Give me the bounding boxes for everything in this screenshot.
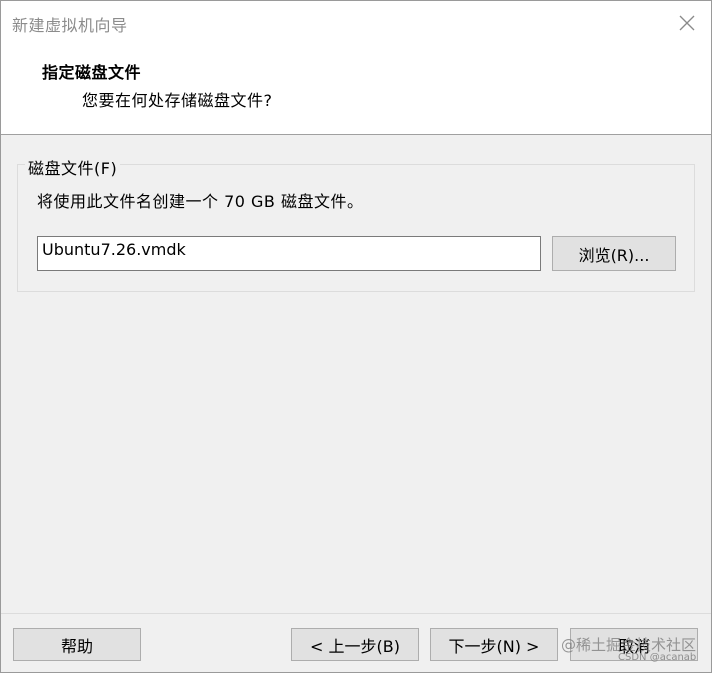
title-bar: 新建虚拟机向导 — [1, 1, 711, 45]
cancel-button[interactable]: 取消 — [570, 628, 698, 661]
disk-file-groupbox — [17, 164, 695, 292]
next-button[interactable]: 下一步(N) > — [430, 628, 558, 661]
wizard-header: 指定磁盘文件 您要在何处存储磁盘文件? — [1, 45, 711, 135]
disk-file-name-input[interactable] — [37, 236, 541, 271]
wizard-footer: 帮助 < 上一步(B) 下一步(N) > 取消 @稀土掘金技术社区 CSDN @… — [1, 613, 711, 672]
help-button[interactable]: 帮助 — [13, 628, 141, 661]
disk-file-description: 将使用此文件名创建一个 70 GB 磁盘文件。 — [37, 192, 364, 211]
browse-button[interactable]: 浏览(R)... — [552, 236, 676, 271]
back-button[interactable]: < 上一步(B) — [291, 628, 419, 661]
page-title: 指定磁盘文件 — [42, 63, 142, 82]
close-icon — [679, 15, 695, 31]
wizard-body: 磁盘文件(F) 将使用此文件名创建一个 70 GB 磁盘文件。 浏览(R)... — [1, 135, 711, 613]
disk-file-group-label: 磁盘文件(F) — [25, 155, 121, 179]
wizard-window: 新建虚拟机向导 指定磁盘文件 您要在何处存储磁盘文件? 磁盘文件(F) 将使用此… — [0, 0, 712, 673]
page-subtitle: 您要在何处存储磁盘文件? — [82, 91, 273, 110]
close-button[interactable] — [673, 9, 701, 37]
window-title: 新建虚拟机向导 — [12, 16, 128, 35]
